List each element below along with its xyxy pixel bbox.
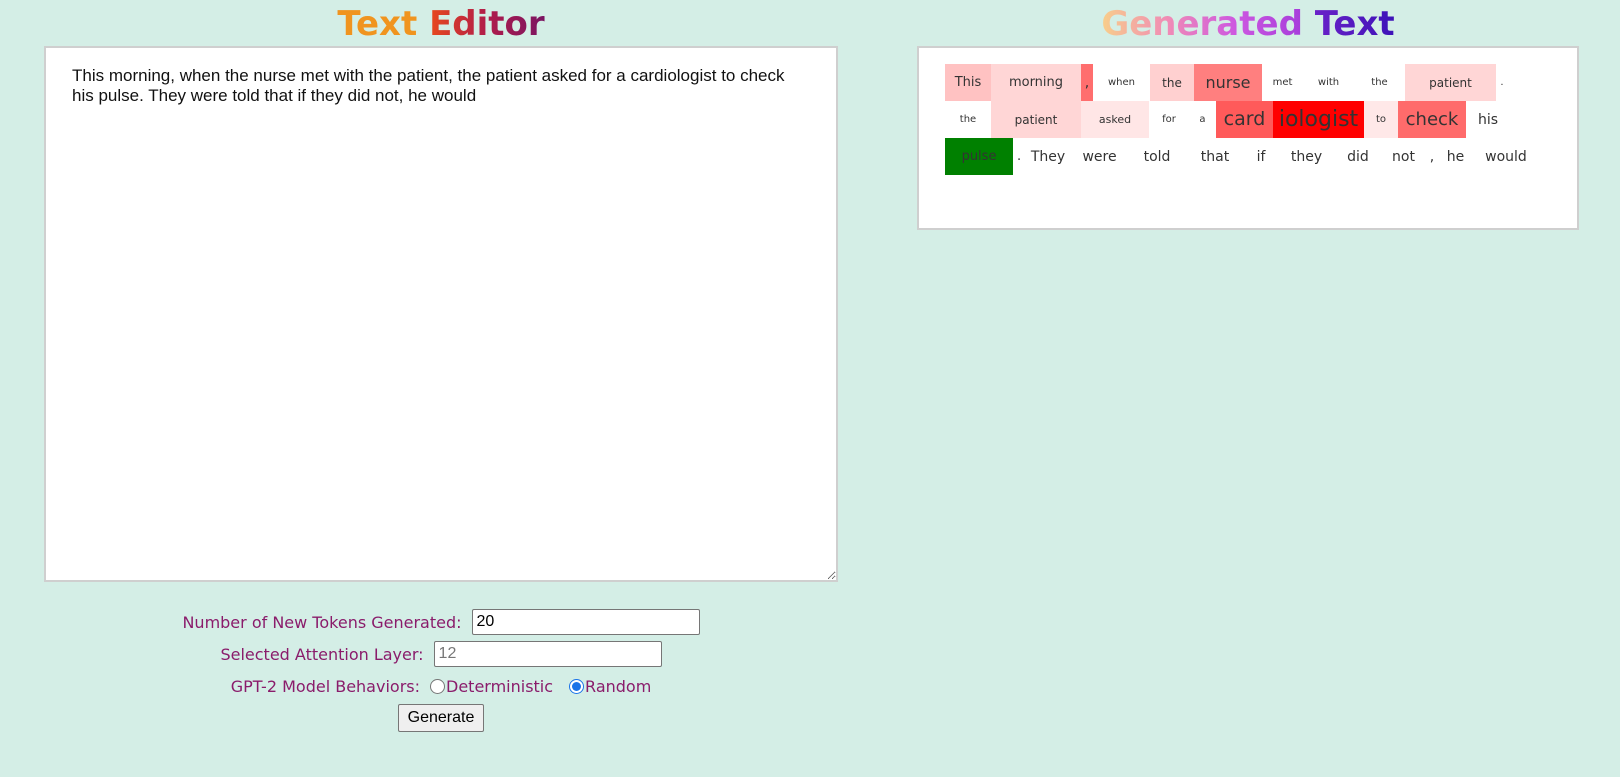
- attention-token: .: [1013, 138, 1025, 175]
- attention-token: told: [1128, 138, 1186, 175]
- attention-layer-input[interactable]: [433, 641, 662, 667]
- attention-token: met: [1262, 64, 1303, 101]
- generated-title-word: Text: [1314, 4, 1395, 44]
- deterministic-option[interactable]: Deterministic: [430, 677, 553, 696]
- attention-token: ,: [1426, 138, 1438, 175]
- attention-token: morning: [991, 64, 1081, 101]
- text-editor-title: Text Editor: [44, 2, 838, 46]
- attention-token: when: [1093, 64, 1150, 101]
- num-tokens-label: Number of New Tokens Generated:: [182, 612, 462, 632]
- attention-token: that: [1186, 138, 1244, 175]
- num-tokens-input[interactable]: [471, 609, 700, 635]
- attention-token: .: [1496, 64, 1508, 101]
- random-option[interactable]: Random: [569, 677, 651, 696]
- attention-token: would: [1473, 138, 1539, 175]
- attention-token: his: [1466, 101, 1510, 138]
- generated-text-title: Generated Text: [917, 2, 1579, 46]
- attention-token: with: [1303, 64, 1354, 101]
- attention-token: for: [1149, 101, 1189, 138]
- random-radio-label: Random: [585, 676, 652, 696]
- token-list: This morning, when the nurse met with the patien…: [945, 64, 1551, 175]
- editor-title-word: Text: [337, 4, 418, 44]
- attention-token: asked: [1081, 101, 1149, 138]
- attention-token: check: [1398, 101, 1466, 138]
- attention-token: the: [1150, 64, 1194, 101]
- attention-token: patient: [1405, 64, 1496, 101]
- attention-token: This: [945, 64, 991, 101]
- model-behavior-label: GPT-2 Model Behaviors:: [230, 676, 420, 696]
- attention-token: the: [945, 101, 991, 138]
- attention-token: did: [1335, 138, 1381, 175]
- editor-title-word: Editor: [429, 4, 545, 44]
- attention-token: not: [1381, 138, 1426, 175]
- attention-layer-row: Selected Attention Layer:: [44, 638, 838, 670]
- generate-row: Generate: [44, 702, 838, 734]
- attention-token: ,: [1081, 64, 1093, 101]
- attention-layer-label: Selected Attention Layer:: [220, 644, 424, 664]
- attention-token: if: [1244, 138, 1278, 175]
- attention-token: were: [1071, 138, 1128, 175]
- attention-token: the: [1354, 64, 1405, 101]
- generated-title-word: Generated: [1101, 4, 1303, 44]
- generated-text-panel: This morning, when the nurse met with the patien…: [917, 46, 1579, 230]
- generation-controls: Number of New Tokens Generated: Selected…: [44, 606, 838, 734]
- attention-token: they: [1278, 138, 1335, 175]
- attention-token: nurse: [1194, 64, 1262, 101]
- deterministic-radio-label: Deterministic: [446, 676, 554, 696]
- deterministic-radio[interactable]: [430, 678, 445, 694]
- random-radio[interactable]: [569, 678, 585, 694]
- attention-token: patient: [991, 101, 1081, 138]
- text-editor-input[interactable]: This morning, when the nurse met with th…: [44, 46, 838, 582]
- model-behavior-row: GPT-2 Model Behaviors: Deterministic Ran…: [44, 670, 838, 702]
- attention-token: pulse: [945, 138, 1013, 175]
- num-tokens-row: Number of New Tokens Generated:: [44, 606, 838, 638]
- attention-token: he: [1438, 138, 1473, 175]
- generate-button[interactable]: Generate: [397, 704, 485, 732]
- attention-token: iologist: [1273, 101, 1364, 138]
- attention-token: card: [1216, 101, 1273, 138]
- attention-token: They: [1025, 138, 1071, 175]
- attention-token: to: [1364, 101, 1398, 138]
- attention-token: a: [1189, 101, 1216, 138]
